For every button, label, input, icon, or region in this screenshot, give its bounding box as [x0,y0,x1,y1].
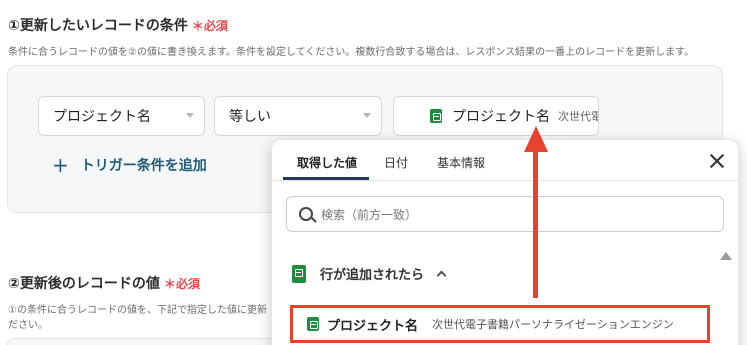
value-input[interactable]: プロジェクト名 次世代電子 [393,96,599,136]
tab-basic-info[interactable]: 基本情報 [437,154,485,171]
section1-title: ①更新したいレコードの条件 ＊必須 [8,15,228,35]
search-input[interactable]: 検索（前方一致） [286,196,724,232]
result-label: プロジェクト名 [327,318,419,334]
add-condition-button[interactable]: + トリガー条件を追加 [52,155,207,175]
required-badge: ＊必須 [163,277,200,291]
section1-description: 条件に合うレコードの値を②の値に書き換えます。条件を設定してください。複数行合致… [8,47,695,58]
search-placeholder: 検索（前方一致） [321,207,418,222]
field-select[interactable]: プロジェクト名 [38,96,205,136]
google-sheets-icon [292,264,306,283]
group-header[interactable]: 行が追加されたら [292,264,447,283]
section2-description-line2: ださい。 [8,320,48,331]
annotation-arrow-head [524,126,548,152]
section2-title: ②更新後のレコードの値 ＊必須 [8,273,200,293]
section2-title-text: ②更新後のレコードの値 [8,276,160,292]
value-label: プロジェクト名 [452,109,550,125]
tab-date[interactable]: 日付 [384,154,408,171]
caret-down-icon [186,113,194,118]
caret-down-icon [363,113,371,118]
operator-select-value: 等しい [229,109,271,125]
google-sheets-icon [430,109,442,123]
tab-divider [272,180,738,181]
value-input-area[interactable] [7,338,277,345]
section1-title-text: ①更新したいレコードの条件 [8,18,188,34]
value-text: 次世代電子 [558,110,598,123]
add-condition-label: トリガー条件を追加 [80,158,207,174]
search-icon [299,207,313,221]
close-icon[interactable] [708,152,726,170]
required-badge: ＊必須 [191,19,228,33]
scroll-up-icon[interactable] [720,252,732,260]
section2-description-line1: ①の条件に合うレコードの値を、下記で指定した値に更新 [8,305,267,316]
plus-icon: + [52,153,69,177]
tab-acquired-values[interactable]: 取得した値 [297,154,357,171]
result-item-project-name[interactable]: プロジェクト名 次世代電子書籍パーソナライゼーションエンジン [290,305,710,343]
value-picker-dropdown: 取得した値 日付 基本情報 検索（前方一致） 行が追加されたら プロジェクト名 … [271,139,739,345]
annotation-arrow-shaft [533,148,538,298]
group-title: 行が追加されたら [320,268,425,283]
result-value: 次世代電子書籍パーソナライゼーションエンジン [432,318,674,331]
google-sheets-icon [307,317,319,331]
chevron-up-icon [436,270,447,281]
operator-select[interactable]: 等しい [214,96,382,136]
field-select-value: プロジェクト名 [53,109,151,125]
